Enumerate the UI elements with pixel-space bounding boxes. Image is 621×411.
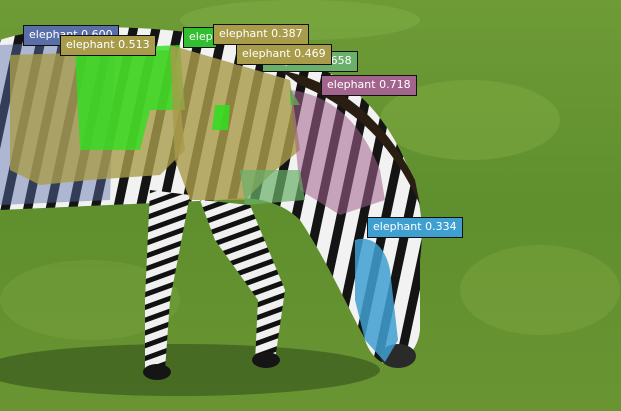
- detection-label: elephant 0.718: [321, 75, 417, 96]
- detection-image: elephant 0.600 elephant 0.513 elephant e…: [0, 0, 621, 411]
- class-name: elephant: [219, 27, 268, 40]
- class-name: elephant: [327, 78, 376, 91]
- class-name: elephant: [66, 38, 115, 51]
- confidence-score: 0.513: [118, 38, 150, 51]
- confidence-score: 0.387: [271, 27, 303, 40]
- detection-label: elephant 0.513: [60, 35, 156, 56]
- class-name: elephant: [373, 220, 422, 233]
- detection-label: elephant 0.387: [213, 24, 309, 45]
- confidence-score: 0.334: [425, 220, 457, 233]
- detection-label: elephant 0.334: [367, 217, 463, 238]
- mask-light-green: [240, 170, 305, 205]
- detection-label: elephant: [183, 27, 217, 48]
- confidence-score: 0.469: [294, 47, 326, 60]
- confidence-score: 0.718: [379, 78, 411, 91]
- class-name: elephant: [242, 47, 291, 60]
- detection-label: elephant 0.469: [236, 44, 332, 65]
